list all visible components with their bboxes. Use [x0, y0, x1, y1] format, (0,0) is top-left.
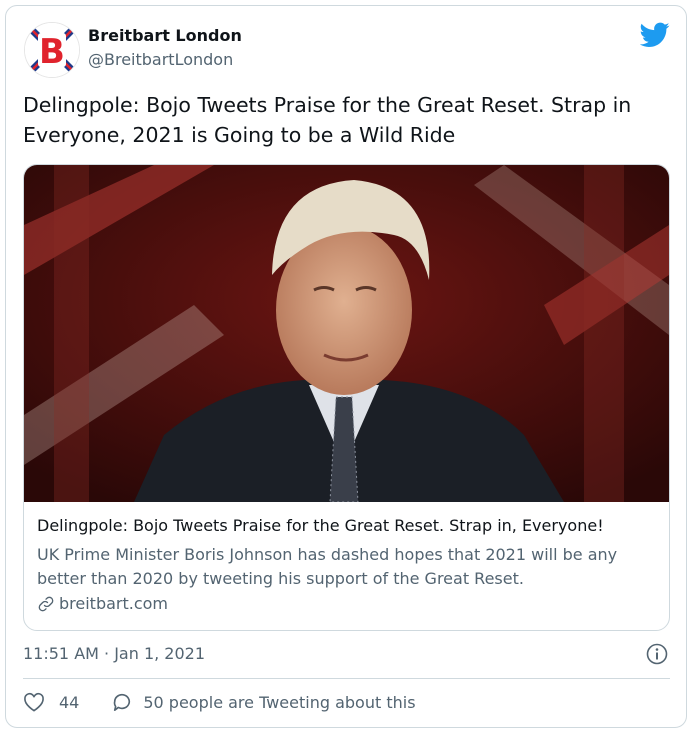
author-avatar[interactable]: B: [24, 22, 80, 78]
tweet-actions: 44 50 people are Tweeting about this: [23, 692, 416, 712]
link-title[interactable]: Delingpole: Bojo Tweets Praise for the G…: [37, 516, 657, 535]
heart-icon: [24, 692, 44, 712]
author-name[interactable]: Breitbart London: [88, 26, 242, 45]
tweet-timestamp[interactable]: 11:51 AM · Jan 1, 2021: [23, 644, 205, 663]
link-domain[interactable]: breitbart.com: [37, 594, 168, 613]
like-count: 44: [59, 692, 80, 712]
link-domain-label: breitbart.com: [59, 594, 169, 613]
link-preview-card[interactable]: Delingpole: Bojo Tweets Praise for the G…: [23, 164, 670, 631]
link-preview-image: [24, 165, 669, 502]
svg-text:B: B: [39, 32, 65, 72]
tweet-embed-card: B Breitbart London @BreitbartLondon Deli…: [5, 5, 687, 728]
speech-bubble-icon: [114, 693, 131, 711]
tweet-text: Delingpole: Bojo Tweets Praise for the G…: [23, 93, 632, 147]
breitbart-logo-icon: B: [25, 23, 79, 77]
divider: [23, 678, 670, 679]
conversation-link[interactable]: 50 people are Tweeting about this: [111, 692, 416, 712]
twitter-bird-icon[interactable]: [639, 22, 670, 48]
conversation-label: 50 people are Tweeting about this: [143, 692, 416, 712]
link-description: UK Prime Minister Boris Johnson has dash…: [37, 545, 618, 588]
info-icon[interactable]: [646, 643, 668, 665]
author-handle[interactable]: @BreitbartLondon: [88, 50, 233, 69]
link-icon: [38, 596, 54, 611]
like-button[interactable]: 44: [23, 692, 79, 712]
